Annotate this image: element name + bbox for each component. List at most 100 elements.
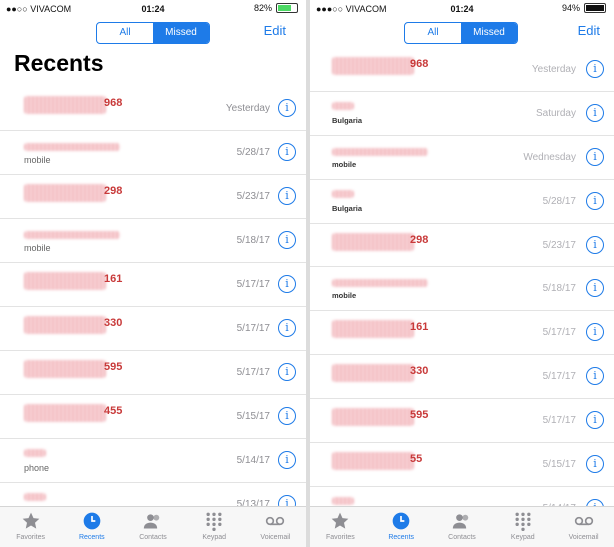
- caller-number: 968: [410, 58, 429, 70]
- call-row[interactable]: 298 5/23/17 i: [310, 224, 614, 268]
- status-bar: ●●●○○ VIVACOM 01:24 94%: [310, 0, 614, 18]
- tab-favorites[interactable]: Favorites: [310, 507, 371, 547]
- battery-percent: 82%: [253, 3, 272, 13]
- call-row[interactable]: 55 5/15/17 i: [310, 443, 614, 487]
- redacted-caller-name: [24, 493, 46, 501]
- redacted-caller-name: [332, 232, 414, 251]
- call-row[interactable]: mobile 5/18/17 i: [0, 219, 306, 263]
- call-row[interactable]: phone 5/14/17 i: [0, 439, 306, 483]
- redacted-caller-name: [24, 404, 106, 422]
- info-icon[interactable]: i: [278, 99, 296, 117]
- tab-contacts[interactable]: Contacts: [122, 507, 183, 547]
- info-icon[interactable]: i: [586, 235, 604, 254]
- call-date: 5/17/17: [236, 279, 270, 290]
- info-icon[interactable]: i: [586, 279, 604, 298]
- caller-number: 161: [104, 273, 123, 285]
- redacted-caller-name: [332, 147, 428, 156]
- tab-contacts[interactable]: Contacts: [432, 507, 493, 547]
- call-row[interactable]: mobile 5/18/17 i: [310, 267, 614, 312]
- info-icon[interactable]: i: [586, 323, 604, 342]
- info-icon[interactable]: i: [278, 187, 296, 205]
- call-row[interactable]: 595 5/17/17 i: [0, 351, 306, 395]
- redacted-caller-name: [332, 496, 354, 505]
- info-icon[interactable]: i: [278, 143, 296, 161]
- call-row[interactable]: Bulgaria Saturday i: [310, 92, 614, 136]
- call-date: 5/17/17: [542, 371, 576, 383]
- info-icon[interactable]: i: [278, 275, 296, 293]
- call-row[interactable]: 298 5/23/17 i: [0, 175, 306, 219]
- nav-bar: All Missed Edit: [310, 20, 614, 46]
- tab-label: Favorites: [16, 534, 45, 541]
- favorites-icon: [21, 511, 41, 534]
- info-icon[interactable]: i: [586, 103, 604, 122]
- info-icon[interactable]: i: [586, 411, 604, 430]
- info-icon[interactable]: i: [278, 363, 296, 381]
- call-date: Saturday: [535, 107, 576, 119]
- redacted-caller-name: [332, 189, 354, 198]
- caller-number: 455: [104, 405, 123, 417]
- recents-icon: [391, 511, 411, 534]
- voicemail-icon: [574, 511, 594, 534]
- call-type-label: mobile: [332, 291, 357, 301]
- call-type-label: Bulgaria: [332, 203, 363, 213]
- info-icon[interactable]: i: [278, 407, 296, 425]
- call-row[interactable]: 968 Yesterday i: [0, 87, 306, 131]
- right-phone-screen: ●●●○○ VIVACOM 01:24 94% All Missed Edit …: [310, 0, 614, 547]
- edit-button[interactable]: Edit: [264, 23, 286, 38]
- call-date: 5/18/17: [542, 283, 576, 295]
- call-type-label: mobile: [24, 155, 51, 165]
- call-type-label: mobile: [332, 159, 357, 169]
- call-row[interactable]: 455 5/15/17 i: [0, 395, 306, 439]
- info-icon[interactable]: i: [586, 147, 604, 166]
- call-row[interactable]: 161 5/17/17 i: [0, 263, 306, 307]
- battery-icon: [276, 3, 298, 13]
- caller-number: 298: [410, 233, 429, 246]
- call-row[interactable]: 330 5/17/17 i: [310, 355, 614, 400]
- call-type-label: mobile: [24, 243, 51, 253]
- tab-recents[interactable]: Recents: [371, 507, 432, 547]
- info-icon[interactable]: i: [278, 451, 296, 469]
- info-icon[interactable]: i: [586, 367, 604, 386]
- calls-filter-segment: All Missed: [404, 22, 518, 44]
- redacted-caller-name: [332, 364, 414, 383]
- info-icon[interactable]: i: [586, 455, 604, 474]
- call-row[interactable]: 330 5/17/17 i: [0, 307, 306, 351]
- call-date: 5/28/17: [542, 195, 576, 207]
- info-icon[interactable]: i: [586, 191, 604, 210]
- segment-all[interactable]: All: [97, 23, 153, 43]
- call-type-label: phone: [24, 463, 50, 473]
- info-icon[interactable]: i: [278, 319, 296, 337]
- call-row[interactable]: mobile 5/28/17 i: [0, 131, 306, 175]
- tab-keypad[interactable]: Keypad: [492, 507, 553, 547]
- info-icon[interactable]: i: [278, 231, 296, 249]
- call-row[interactable]: 595 5/17/17 i: [310, 399, 614, 444]
- call-row[interactable]: Bulgaria 5/28/17 i: [310, 180, 614, 224]
- contacts-icon: [452, 511, 472, 534]
- info-icon[interactable]: i: [586, 60, 604, 78]
- contacts-icon: [143, 511, 163, 534]
- tab-favorites[interactable]: Favorites: [0, 507, 61, 547]
- edit-button[interactable]: Edit: [578, 23, 600, 38]
- call-date: 5/17/17: [542, 327, 576, 339]
- redacted-caller-name: [24, 316, 106, 334]
- tab-keypad[interactable]: Keypad: [184, 507, 245, 547]
- call-row[interactable]: 968 Yesterday i: [310, 48, 614, 92]
- caller-number: 595: [104, 361, 123, 373]
- caller-number: 330: [104, 317, 123, 329]
- tab-voicemail[interactable]: Voicemail: [245, 507, 306, 547]
- call-row[interactable]: 161 5/17/17 i: [310, 311, 614, 356]
- redacted-caller-name: [24, 143, 120, 151]
- redacted-caller-name: [332, 320, 414, 339]
- segment-all[interactable]: All: [405, 23, 461, 43]
- segment-missed[interactable]: Missed: [461, 23, 517, 43]
- call-row[interactable]: mobile Wednesday i: [310, 136, 614, 180]
- call-date: 5/17/17: [236, 367, 270, 378]
- tab-recents[interactable]: Recents: [61, 507, 122, 547]
- tab-label: Keypad: [510, 534, 535, 541]
- status-bar: ●●○○ VIVACOM 01:24 82%: [0, 0, 306, 18]
- recents-list: 968 Yesterday i Bulgaria Saturday i mobile Wedn…: [310, 48, 614, 531]
- tab-voicemail[interactable]: Voicemail: [553, 507, 614, 547]
- caller-number: 330: [410, 365, 429, 378]
- segment-missed[interactable]: Missed: [153, 23, 209, 43]
- calls-filter-segment: All Missed: [96, 22, 210, 44]
